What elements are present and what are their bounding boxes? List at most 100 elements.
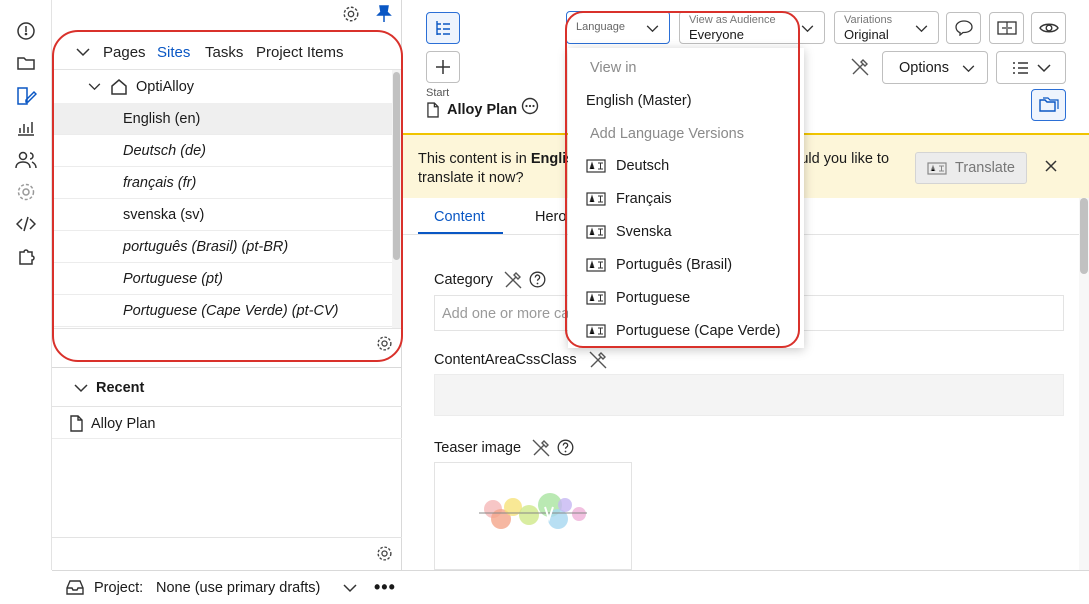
comments-button[interactable] xyxy=(946,12,981,44)
menu-item-add-svenska[interactable]: Svenska xyxy=(586,224,672,240)
teaser-image-preview[interactable] xyxy=(434,462,632,570)
variations-select[interactable]: Variations Original xyxy=(834,11,939,44)
page-menu-icon[interactable] xyxy=(521,97,539,115)
menu-item-add-portuguese-cape-verde[interactable]: Portuguese (Cape Verde) xyxy=(586,323,780,339)
plus-icon xyxy=(436,60,450,74)
settings-icon[interactable] xyxy=(14,180,38,204)
language-dropdown-menu: View in English (Master) Add Language Ve… xyxy=(568,48,804,348)
nav-tabs: Pages Sites Tasks Project Items xyxy=(52,36,402,70)
inbox-icon xyxy=(66,580,84,595)
audience-select[interactable]: View as Audience Everyone xyxy=(679,11,825,44)
compare-icon xyxy=(996,21,1017,35)
translate-icon xyxy=(586,291,606,305)
recent-item-label: Alloy Plan xyxy=(91,416,156,432)
options-button[interactable]: Options xyxy=(882,51,988,84)
tab-project-items[interactable]: Project Items xyxy=(256,44,344,61)
help-icon[interactable] xyxy=(557,439,574,456)
tree-item-pt-br[interactable]: português (Brasil) (pt-BR) xyxy=(52,231,392,263)
chevron-down-icon xyxy=(962,65,975,73)
menu-item-label: Deutsch xyxy=(616,158,670,174)
preview-button[interactable] xyxy=(1031,12,1066,44)
folders-icon xyxy=(1038,97,1059,112)
menu-item-add-portuguese[interactable]: Portuguese xyxy=(586,290,690,306)
recent-settings-icon[interactable] xyxy=(376,545,393,562)
compare-button[interactable] xyxy=(989,12,1024,44)
eye-icon xyxy=(1038,23,1059,33)
nav-settings-icon[interactable] xyxy=(342,5,360,23)
translate-icon xyxy=(586,192,606,206)
folder-icon[interactable] xyxy=(14,51,38,75)
tab-sites[interactable]: Sites xyxy=(157,44,190,61)
project-select[interactable]: None (use primary drafts) xyxy=(156,580,320,596)
assets-pane-button[interactable] xyxy=(1031,89,1066,121)
recent-section-header[interactable]: Recent xyxy=(52,367,402,407)
tree-settings-icon[interactable] xyxy=(376,335,393,352)
chevron-down-icon xyxy=(646,25,659,33)
more-options-icon[interactable]: ••• xyxy=(374,577,396,598)
menu-item-english-master[interactable]: English (Master) xyxy=(586,93,692,109)
tree-item-sv[interactable]: svenska (sv) xyxy=(52,199,392,231)
menu-item-add-deutsch[interactable]: Deutsch xyxy=(586,158,669,174)
options-label: Options xyxy=(899,59,949,76)
home-icon xyxy=(110,78,128,95)
tree-item-pt[interactable]: Portuguese (pt) xyxy=(52,263,392,295)
code-icon[interactable] xyxy=(14,212,38,236)
edit-content-icon[interactable] xyxy=(14,84,38,108)
translate-button[interactable]: Translate xyxy=(915,152,1027,184)
analytics-icon[interactable] xyxy=(14,116,38,140)
pin-icon[interactable] xyxy=(376,5,392,23)
expand-chevron-icon[interactable] xyxy=(88,83,101,91)
close-icon[interactable] xyxy=(1045,160,1057,172)
translate-icon xyxy=(586,159,606,173)
collapse-chevron-icon[interactable] xyxy=(76,48,90,57)
active-tab-indicator xyxy=(418,232,503,234)
project-bar: Project: None (use primary drafts) ••• xyxy=(52,570,1089,604)
tree-item-fr[interactable]: français (fr) xyxy=(52,167,392,199)
language-select[interactable]: Language xyxy=(566,11,670,44)
recent-item[interactable]: Alloy Plan xyxy=(52,407,402,439)
not-translatable-icon xyxy=(531,438,551,458)
tree-root[interactable]: OptiAlloy xyxy=(52,71,392,103)
toggle-nav-tree-button[interactable] xyxy=(426,12,460,44)
audience-select-label: View as Audience xyxy=(689,14,776,26)
tab-hero[interactable]: Hero xyxy=(535,209,566,225)
tree-item-label: português (Brasil) (pt-BR) xyxy=(123,238,289,255)
content-scrollbar-thumb[interactable] xyxy=(1080,198,1088,274)
tab-content[interactable]: Content xyxy=(434,209,485,225)
tab-tasks[interactable]: Tasks xyxy=(205,44,243,61)
not-translatable-icon xyxy=(503,270,523,290)
tree-item-en[interactable]: English (en) xyxy=(52,103,392,135)
tab-pages[interactable]: Pages xyxy=(103,44,146,61)
page-icon xyxy=(70,415,83,432)
project-dropdown-chevron-icon[interactable] xyxy=(343,584,357,593)
tree-item-de[interactable]: Deutsch (de) xyxy=(52,135,392,167)
content-scrollbar[interactable] xyxy=(1079,198,1089,570)
tree-scrollbar[interactable] xyxy=(392,70,401,328)
banner-text-start: This content is in xyxy=(418,151,531,167)
dashboard-icon[interactable] xyxy=(14,19,38,43)
breadcrumb-start[interactable]: Start xyxy=(426,87,449,99)
translate-icon xyxy=(586,324,606,338)
recent-title: Recent xyxy=(96,380,145,396)
list-view-icon xyxy=(1013,61,1051,74)
collapse-chevron-icon[interactable] xyxy=(74,384,88,393)
menu-item-add-francais[interactable]: Français xyxy=(586,191,672,207)
menu-item-label: Português (Brasil) xyxy=(616,257,733,273)
tree-root-label: OptiAlloy xyxy=(136,79,195,95)
view-mode-button[interactable] xyxy=(996,51,1066,84)
tree-scrollbar-thumb[interactable] xyxy=(393,72,400,260)
help-icon[interactable] xyxy=(529,271,546,288)
css-class-input[interactable] xyxy=(434,374,1064,416)
menu-item-label: Portuguese xyxy=(616,290,691,306)
create-content-button[interactable] xyxy=(426,51,460,83)
users-icon[interactable] xyxy=(14,148,38,172)
translate-icon xyxy=(927,161,947,175)
tree-item-pt-cv[interactable]: Portuguese (Cape Verde) (pt-CV) xyxy=(52,295,392,327)
tree-item-label: English (en) xyxy=(123,110,201,127)
addons-icon[interactable] xyxy=(14,244,38,268)
global-nav-rail xyxy=(0,0,52,570)
banner-text-line2: translate it now? xyxy=(418,170,524,186)
menu-item-add-portugues-brasil[interactable]: Português (Brasil) xyxy=(586,257,732,273)
tree-item-label: Deutsch (de) xyxy=(123,142,207,159)
not-translatable-icon xyxy=(588,350,608,370)
